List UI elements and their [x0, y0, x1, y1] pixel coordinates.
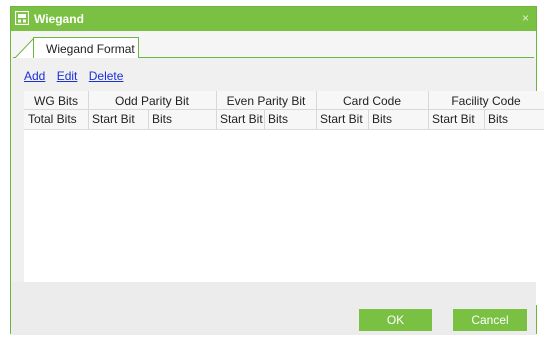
title-bar: Wiegand ×: [11, 7, 536, 31]
table-body: [24, 130, 544, 305]
wiegand-format-table: WG Bits Odd Parity Bit Even Parity Bit C…: [24, 91, 544, 305]
tab-slant-decoration: [15, 37, 35, 58]
header-divider: [216, 91, 217, 129]
header-divider: [24, 109, 544, 110]
col-group-even-parity[interactable]: Even Parity Bit: [216, 92, 316, 110]
col-odd-start-bit[interactable]: Start Bit: [88, 110, 148, 128]
col-even-bits[interactable]: Bits: [264, 110, 316, 128]
col-card-start-bit[interactable]: Start Bit: [316, 110, 368, 128]
wiegand-app-icon: [15, 11, 29, 25]
header-divider: [88, 91, 89, 129]
col-group-card-code[interactable]: Card Code: [316, 92, 428, 110]
dialog-footer: OK Cancel: [11, 282, 536, 335]
header-divider: [368, 110, 369, 129]
col-even-start-bit[interactable]: Start Bit: [216, 110, 264, 128]
cancel-button[interactable]: Cancel: [453, 309, 527, 331]
dialog-content: Wiegand Format Add Edit Delete WG Bits O…: [11, 31, 544, 335]
header-divider: [484, 110, 485, 129]
col-group-wg-bits[interactable]: WG Bits: [24, 92, 88, 110]
header-divider: [148, 110, 149, 129]
col-facility-bits[interactable]: Bits: [484, 110, 544, 128]
col-card-bits[interactable]: Bits: [368, 110, 428, 128]
col-group-odd-parity[interactable]: Odd Parity Bit: [88, 92, 216, 110]
close-icon[interactable]: ×: [522, 11, 529, 25]
tab-label: Wiegand Format: [46, 42, 135, 56]
header-divider: [316, 91, 317, 129]
dialog-title: Wiegand: [34, 12, 84, 26]
wiegand-dialog: Wiegand × Wiegand Format Add Edit Delete…: [10, 6, 544, 335]
tab-wiegand-format[interactable]: Wiegand Format: [33, 37, 139, 58]
tab-bar: Wiegand Format: [11, 31, 536, 58]
col-group-facility-code[interactable]: Facility Code: [428, 92, 544, 110]
edit-link[interactable]: Edit: [57, 69, 78, 83]
col-total-bits[interactable]: Total Bits: [24, 110, 88, 128]
delete-link[interactable]: Delete: [89, 69, 124, 83]
col-odd-bits[interactable]: Bits: [148, 110, 216, 128]
table-header: WG Bits Odd Parity Bit Even Parity Bit C…: [24, 91, 544, 130]
add-link[interactable]: Add: [24, 69, 45, 83]
col-facility-start-bit[interactable]: Start Bit: [428, 110, 484, 128]
header-divider: [428, 91, 429, 129]
ok-button[interactable]: OK: [359, 309, 432, 331]
header-divider: [264, 110, 265, 129]
action-links: Add Edit Delete: [24, 69, 131, 83]
